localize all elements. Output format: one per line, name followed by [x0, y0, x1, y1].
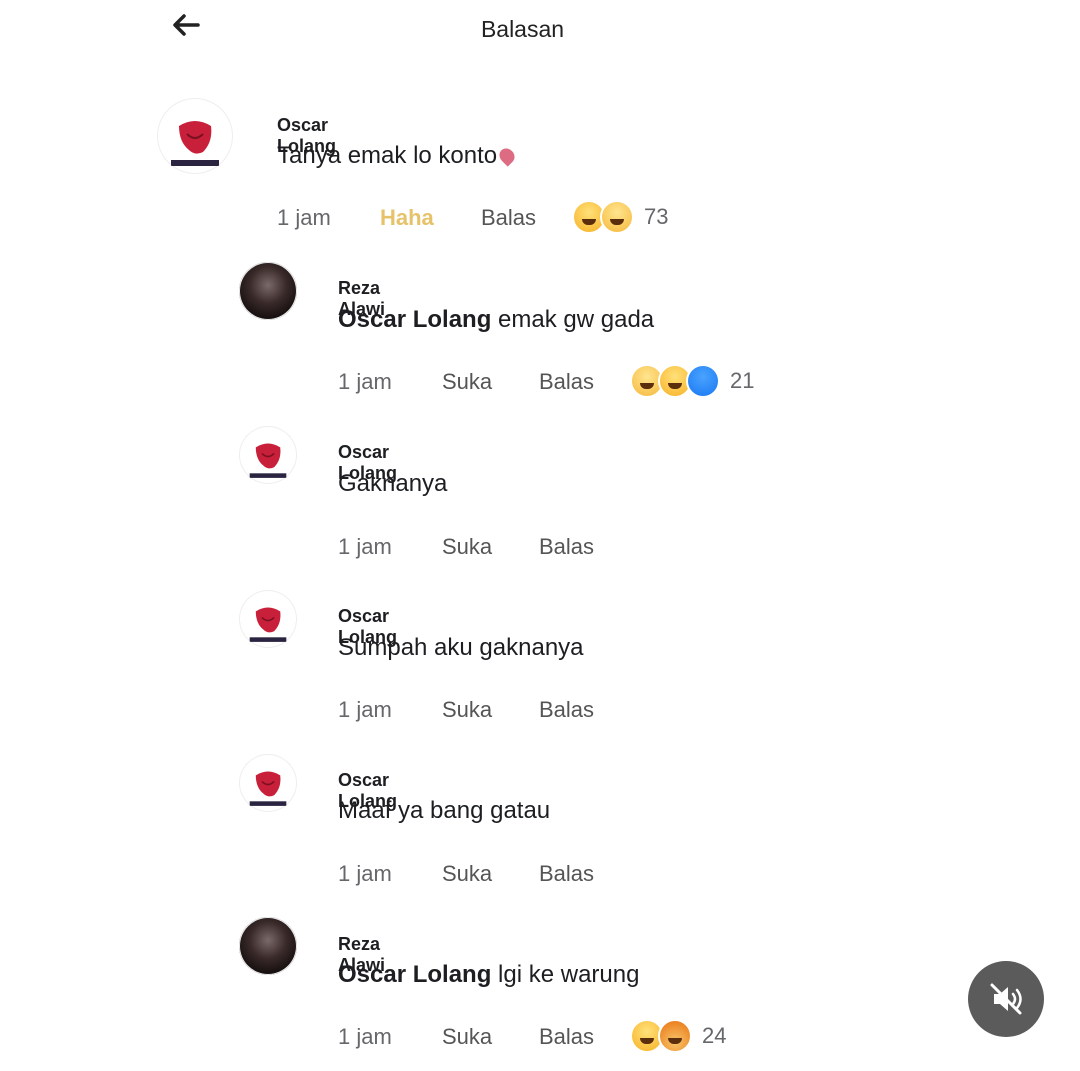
reply-button[interactable]: Balas: [539, 534, 594, 560]
reaction-summary[interactable]: 24: [630, 1019, 726, 1053]
mention-link[interactable]: Oscar Lolang: [338, 961, 491, 988]
avatar[interactable]: [239, 262, 297, 320]
comment-time: 1 jam: [338, 369, 392, 394]
comment-body: lgi ke warung: [491, 961, 640, 988]
avatar[interactable]: [157, 98, 233, 174]
comment-actions: 1 jam Suka Balas: [338, 534, 638, 566]
like-button[interactable]: Suka: [442, 534, 492, 560]
like-button[interactable]: Suka: [442, 369, 492, 395]
reply-button[interactable]: Balas: [539, 861, 594, 887]
tongue-logo-icon: [249, 607, 287, 642]
comment-time: 1 jam: [277, 205, 331, 230]
comment-time: 1 jam: [338, 697, 392, 722]
reply-button[interactable]: Balas: [539, 697, 594, 723]
tongue-logo-icon: [249, 443, 287, 478]
angry-emoji-icon: [658, 1019, 692, 1053]
avatar[interactable]: [239, 754, 297, 812]
comment-time: 1 jam: [338, 534, 392, 559]
reaction-summary[interactable]: 73: [572, 200, 668, 234]
comment-actions: 1 jam Suka Balas: [338, 697, 638, 729]
avatar[interactable]: [239, 917, 297, 975]
reply-button[interactable]: Balas: [539, 369, 594, 395]
like-button[interactable]: Suka: [442, 697, 492, 723]
reaction-count: 24: [702, 1023, 727, 1048]
like-emoji-icon: [686, 364, 720, 398]
comment-text: Oscar Lolang emak gw gada: [338, 306, 654, 334]
reaction-count: 73: [644, 204, 669, 229]
avatar[interactable]: [239, 590, 297, 648]
comment-text: Gaknanya: [338, 470, 448, 497]
comment-time: 1 jam: [338, 861, 392, 886]
mute-button[interactable]: [968, 961, 1044, 1037]
reply-button[interactable]: Balas: [539, 1024, 594, 1050]
tongue-logo-icon: [249, 771, 287, 806]
comment-text: Oscar Lolang lgi ke warung: [338, 961, 639, 989]
heart-sticker-icon: [496, 145, 518, 167]
haha-reaction-button[interactable]: Haha: [380, 205, 434, 231]
avatar[interactable]: [239, 426, 297, 484]
comment-actions: 1 jam Suka Balas: [338, 861, 638, 893]
tongue-logo-icon: [171, 121, 219, 166]
speaker-muted-icon: [990, 983, 1022, 1015]
sad-emoji-icon: [600, 200, 634, 234]
like-button[interactable]: Suka: [442, 1024, 492, 1050]
reply-button[interactable]: Balas: [481, 205, 536, 231]
comment-actions: 1 jam Suka Balas: [338, 369, 638, 401]
comment-time: 1 jam: [338, 1024, 392, 1049]
comment-text: Tanya emak lo konto: [277, 142, 518, 170]
like-button[interactable]: Suka: [442, 861, 492, 887]
comment-actions: 1 jam Suka Balas: [338, 1024, 638, 1056]
page-title: Balasan: [480, 16, 565, 42]
reaction-count: 21: [730, 368, 755, 393]
comment-body: Tanya emak lo konto: [277, 142, 498, 169]
comment-text: Sumpah aku gaknanya: [338, 634, 584, 661]
comment-text: Maaf ya bang gatau: [338, 797, 551, 824]
reaction-summary[interactable]: 21: [630, 364, 754, 398]
comment-body: emak gw gada: [491, 306, 655, 333]
mention-link[interactable]: Oscar Lolang: [338, 306, 491, 333]
